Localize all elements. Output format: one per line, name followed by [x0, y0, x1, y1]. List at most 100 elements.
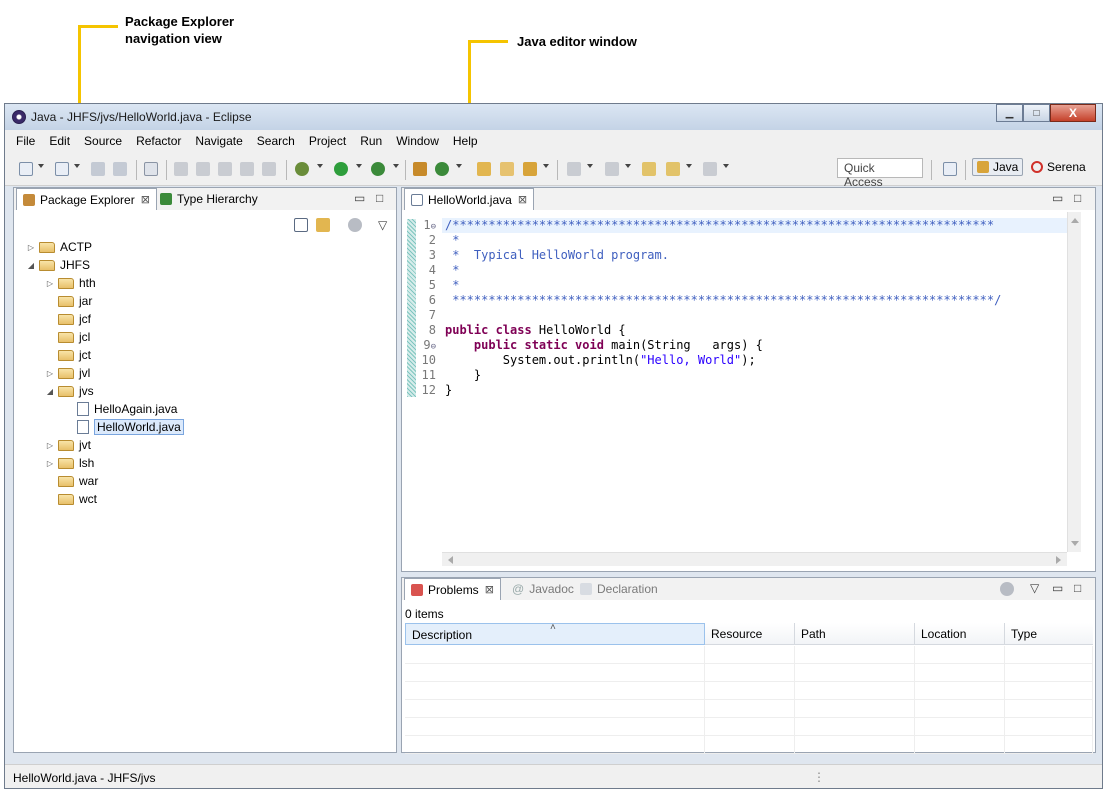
tree-item[interactable]: HelloAgain.java	[64, 400, 177, 418]
maximize-view-icon[interactable]: □	[376, 191, 383, 205]
column-type[interactable]: Type	[1005, 623, 1093, 645]
new-package-icon[interactable]	[55, 162, 69, 176]
column-location[interactable]: Location	[915, 623, 1005, 645]
focus-icon[interactable]	[1000, 582, 1014, 596]
code-line[interactable]: 6 **************************************…	[406, 293, 1002, 308]
paragraph-icon[interactable]	[262, 162, 276, 176]
search-dropdown-icon[interactable]	[543, 164, 549, 168]
run-dropdown-icon[interactable]	[356, 164, 362, 168]
new-java-class-dropdown-icon[interactable]	[456, 164, 462, 168]
search-icon[interactable]	[523, 162, 537, 176]
expand-toggle-icon[interactable]: ◢	[26, 261, 36, 270]
menu-file[interactable]: File	[16, 134, 35, 148]
menu-search[interactable]: Search	[257, 134, 295, 148]
code-line[interactable]: 3 * Typical HelloWorld program.	[406, 248, 669, 263]
key-icon[interactable]	[174, 162, 188, 176]
code-line[interactable]: 5 *	[406, 278, 460, 293]
menu-project[interactable]: Project	[309, 134, 346, 148]
open-type-icon[interactable]	[477, 162, 491, 176]
tree-item[interactable]: ▷ jvl	[45, 364, 90, 382]
debug-icon[interactable]	[295, 162, 309, 176]
tree-item[interactable]: ◢ JHFS	[26, 256, 90, 274]
perspective-java[interactable]: Java	[972, 158, 1024, 176]
column-path[interactable]: Path	[795, 623, 915, 645]
menu-run[interactable]: Run	[360, 134, 382, 148]
tree-item[interactable]: HelloWorld.java	[64, 418, 184, 436]
last-edit-icon[interactable]	[642, 162, 656, 176]
menu-refactor[interactable]: Refactor	[136, 134, 181, 148]
pencil-icon[interactable]	[196, 162, 210, 176]
back-dropdown-icon[interactable]	[686, 164, 692, 168]
next-annotation-dropdown-icon[interactable]	[587, 164, 593, 168]
tree-item[interactable]: wct	[45, 490, 97, 508]
minimize-editor-icon[interactable]: ▭	[1052, 191, 1063, 205]
tab-problems[interactable]: Problems ⊠	[404, 578, 501, 600]
code-line[interactable]: 8 public class HelloWorld {	[406, 323, 626, 338]
expand-toggle-icon[interactable]: ▷	[45, 441, 55, 450]
forward-dropdown-icon[interactable]	[723, 164, 729, 168]
close-icon[interactable]: ⊠	[485, 583, 494, 596]
link-with-editor-icon[interactable]	[316, 218, 330, 232]
external-tools-icon[interactable]	[371, 162, 385, 176]
maximize-button[interactable]: □	[1023, 104, 1050, 122]
tab-helloworld-java[interactable]: HelloWorld.java ⊠	[404, 188, 535, 210]
menu-window[interactable]: Window	[396, 134, 439, 148]
code-line[interactable]: 11 }	[406, 368, 482, 383]
minimize-view-icon[interactable]: ▭	[1052, 581, 1063, 595]
editor-vertical-scrollbar[interactable]	[1067, 212, 1081, 552]
code-line[interactable]: 7	[406, 308, 445, 323]
code-line[interactable]: 9⊖ public static void main(String args) …	[406, 338, 763, 353]
new-java-class-icon[interactable]	[435, 162, 449, 176]
tab-javadoc[interactable]: @ Javadoc	[506, 578, 580, 600]
tree-item[interactable]: ◢ jvs	[45, 382, 94, 400]
close-icon[interactable]: ⊠	[141, 193, 150, 206]
expand-toggle-icon[interactable]: ▷	[45, 279, 55, 288]
menu-navigate[interactable]: Navigate	[195, 134, 242, 148]
external-tools-dropdown-icon[interactable]	[393, 164, 399, 168]
run-icon[interactable]	[334, 162, 348, 176]
expand-toggle-icon[interactable]: ▷	[45, 459, 55, 468]
open-folder-icon[interactable]	[500, 162, 514, 176]
skip-breakpoints-icon[interactable]	[144, 162, 158, 176]
tree-item[interactable]: ▷ lsh	[45, 454, 94, 472]
new-icon[interactable]	[19, 162, 33, 176]
close-icon[interactable]: ⊠	[518, 193, 527, 206]
tree-item[interactable]: jar	[45, 292, 92, 310]
focus-icon[interactable]	[348, 218, 362, 232]
tab-type-hierarchy[interactable]: Type Hierarchy	[154, 188, 264, 210]
previous-annotation-icon[interactable]	[605, 162, 619, 176]
maximize-editor-icon[interactable]: □	[1074, 191, 1081, 205]
code-line[interactable]: 4 *	[406, 263, 460, 278]
back-icon[interactable]	[666, 162, 680, 176]
column-description[interactable]: Description ˄	[405, 622, 705, 645]
menu-help[interactable]: Help	[453, 134, 478, 148]
expand-toggle-icon[interactable]: ◢	[45, 387, 55, 396]
tab-declaration[interactable]: Declaration	[574, 578, 664, 600]
menu-edit[interactable]: Edit	[49, 134, 70, 148]
tree-item[interactable]: jcl	[45, 328, 90, 346]
tree-item[interactable]: jct	[45, 346, 91, 364]
fold-toggle-icon[interactable]: ⊖	[431, 222, 436, 232]
save-all-icon[interactable]	[113, 162, 127, 176]
tree-item[interactable]: jcf	[45, 310, 91, 328]
code-line[interactable]: 12}	[406, 383, 453, 398]
scroll-left-icon[interactable]	[448, 556, 453, 564]
code-line[interactable]: 1⊖ /*************************************…	[406, 218, 994, 233]
debug-dropdown-icon[interactable]	[317, 164, 323, 168]
next-annotation-icon[interactable]	[567, 162, 581, 176]
minimize-view-icon[interactable]: ▭	[354, 191, 365, 205]
close-button[interactable]: X	[1050, 104, 1096, 122]
new-package-dropdown-icon[interactable]	[74, 164, 80, 168]
code-line[interactable]: 10 System.out.println("Hello, World");	[406, 353, 756, 368]
scroll-right-icon[interactable]	[1056, 556, 1061, 564]
view-menu-icon[interactable]: ▽	[1030, 581, 1039, 595]
code-line[interactable]: 2 *	[406, 233, 460, 248]
quick-access-input[interactable]: Quick Access	[837, 158, 923, 189]
tree-item[interactable]: ▷ ACTP	[26, 238, 92, 256]
menu-source[interactable]: Source	[84, 134, 122, 148]
new-class-icon[interactable]	[413, 162, 427, 176]
tree-item[interactable]: ▷ hth	[45, 274, 96, 292]
tree-item[interactable]: ▷ jvt	[45, 436, 91, 454]
tab-package-explorer[interactable]: Package Explorer ⊠	[16, 188, 157, 210]
expand-toggle-icon[interactable]: ▷	[45, 369, 55, 378]
